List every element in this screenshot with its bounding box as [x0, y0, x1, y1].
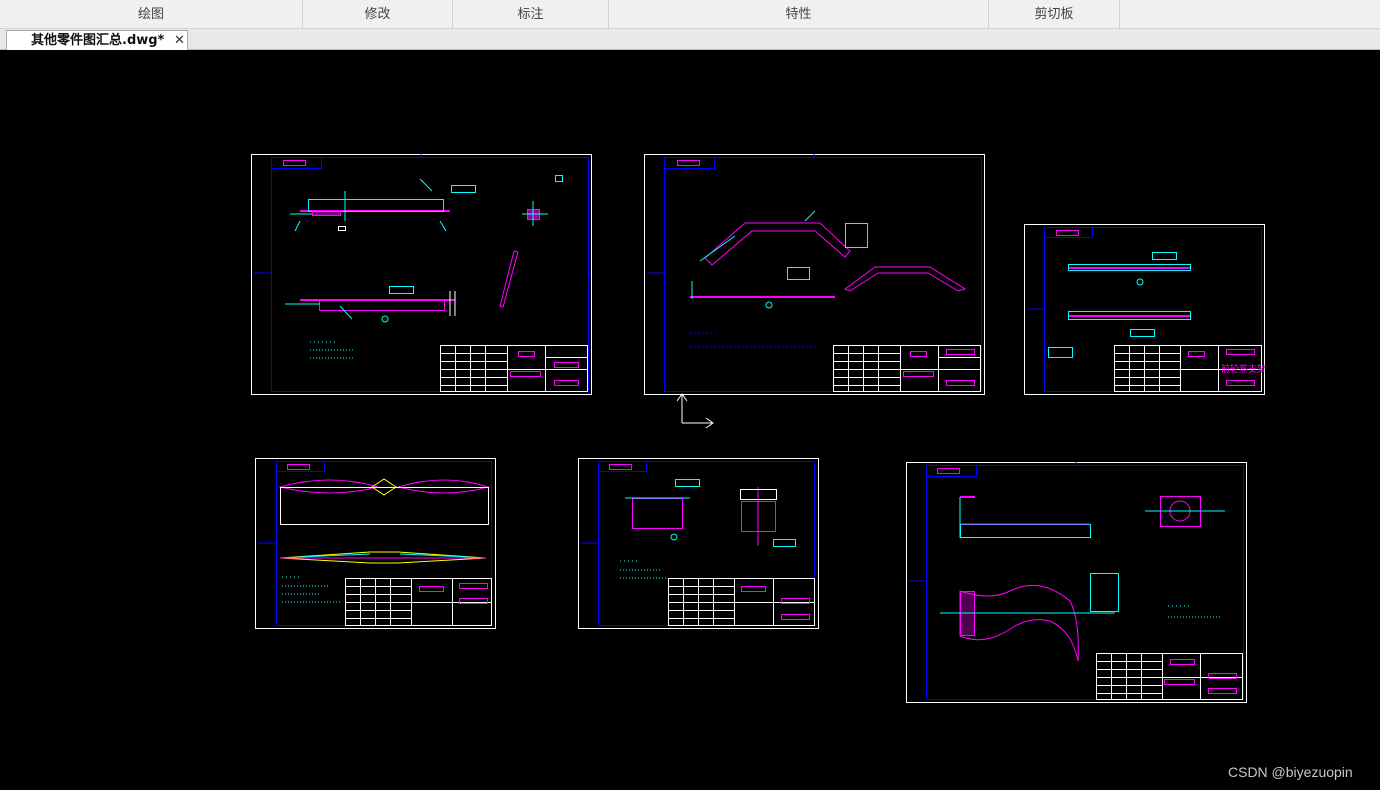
ribbon-panel-bar: 绘图 修改 标注 特性 剪切板	[0, 0, 1380, 29]
ribbon-group-label: 绘图	[137, 7, 164, 22]
drawing-canvas[interactable]: 前轮蒸支架	[0, 51, 1380, 790]
ucs-axis-icon	[676, 393, 714, 429]
drawing-sheet-5[interactable]	[578, 458, 819, 629]
watermark: CSDN @biyezuopin	[1228, 764, 1353, 780]
ribbon-group-properties[interactable]: 特性	[609, 0, 989, 28]
document-tab-title: 其他零件图汇总.dwg*	[31, 33, 165, 48]
ribbon-group-clipboard[interactable]: 剪切板	[989, 0, 1120, 28]
drawing-sheet-2[interactable]	[644, 154, 985, 395]
close-icon[interactable]: ✕	[174, 32, 185, 50]
ribbon-group-draw[interactable]: 绘图	[0, 0, 303, 28]
document-tab[interactable]: 其他零件图汇总.dwg* ✕	[6, 30, 188, 50]
drawing-canvas-svg[interactable]: 前轮蒸支架	[0, 51, 1380, 790]
document-tab-bar: 其他零件图汇总.dwg* ✕	[0, 29, 1380, 50]
ribbon-group-label: 标注	[517, 7, 544, 22]
sheet-3-title-text: 前轮蒸支架	[1221, 363, 1266, 375]
ribbon-group-label: 剪切板	[1034, 7, 1074, 22]
ribbon-group-modify[interactable]: 修改	[303, 0, 453, 28]
ribbon-group-label: 修改	[364, 7, 391, 22]
ribbon-group-label: 特性	[785, 7, 812, 22]
ribbon-group-annotate[interactable]: 标注	[453, 0, 609, 28]
drawing-sheet-4[interactable]	[255, 458, 496, 629]
drawing-sheet-6[interactable]	[906, 462, 1247, 703]
drawing-sheet-1[interactable]	[251, 154, 592, 395]
